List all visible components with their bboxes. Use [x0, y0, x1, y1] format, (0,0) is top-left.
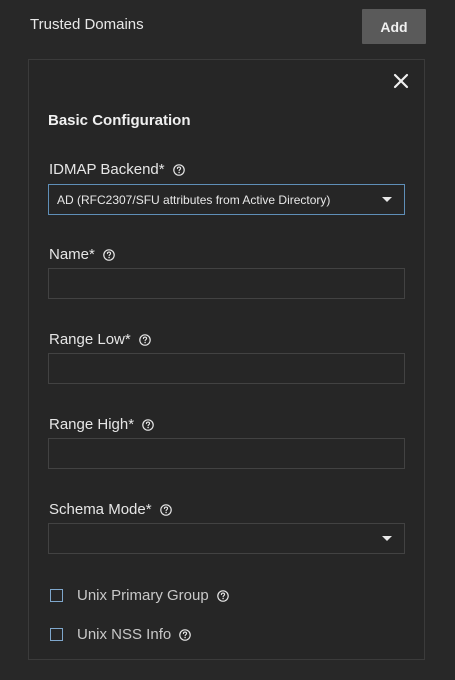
trusted-domain-form-card: Basic Configuration IDMAP Backend* AD (R…: [28, 59, 425, 660]
section-title: Basic Configuration: [48, 112, 191, 129]
close-icon[interactable]: [390, 70, 412, 92]
unix-primary-group-label: Unix Primary Group: [77, 587, 209, 604]
idmap-backend-label-text: IDMAP Backend*: [49, 161, 165, 178]
unix-nss-info-row[interactable]: Unix NSS Info: [50, 626, 192, 643]
help-circle-icon[interactable]: [103, 248, 115, 261]
range-high-label-text: Range High*: [49, 416, 135, 433]
range-high-label: Range High*: [49, 416, 154, 433]
idmap-backend-select[interactable]: AD (RFC2307/SFU attributes from Active D…: [48, 184, 405, 215]
help-circle-icon[interactable]: [179, 628, 192, 641]
name-input[interactable]: [48, 268, 405, 299]
range-low-input[interactable]: [48, 353, 405, 384]
help-circle-icon[interactable]: [216, 589, 229, 602]
unix-primary-group-checkbox[interactable]: [50, 589, 63, 602]
help-circle-icon[interactable]: [138, 333, 151, 346]
caret-down-icon: [382, 197, 392, 202]
range-low-label: Range Low*: [49, 331, 151, 348]
unix-primary-group-row[interactable]: Unix Primary Group: [50, 587, 229, 604]
idmap-backend-value: AD (RFC2307/SFU attributes from Active D…: [57, 192, 331, 207]
unix-nss-info-checkbox[interactable]: [50, 628, 63, 641]
schema-mode-select[interactable]: [48, 523, 405, 554]
range-low-label-text: Range Low*: [49, 331, 131, 348]
range-high-input[interactable]: [48, 438, 405, 469]
caret-down-icon: [382, 536, 392, 541]
page-title: Trusted Domains: [30, 16, 144, 33]
idmap-backend-label: IDMAP Backend*: [49, 161, 185, 178]
help-circle-icon[interactable]: [172, 163, 185, 176]
help-circle-icon[interactable]: [159, 503, 172, 516]
name-label: Name*: [49, 246, 115, 263]
schema-mode-label-text: Schema Mode*: [49, 501, 152, 518]
schema-mode-label: Schema Mode*: [49, 501, 172, 518]
help-circle-icon[interactable]: [142, 418, 154, 431]
trusted-domains-page: Trusted Domains Add Basic Configuration …: [0, 0, 455, 680]
add-button[interactable]: Add: [362, 9, 426, 44]
unix-nss-info-label: Unix NSS Info: [77, 626, 172, 643]
name-label-text: Name*: [49, 246, 95, 263]
